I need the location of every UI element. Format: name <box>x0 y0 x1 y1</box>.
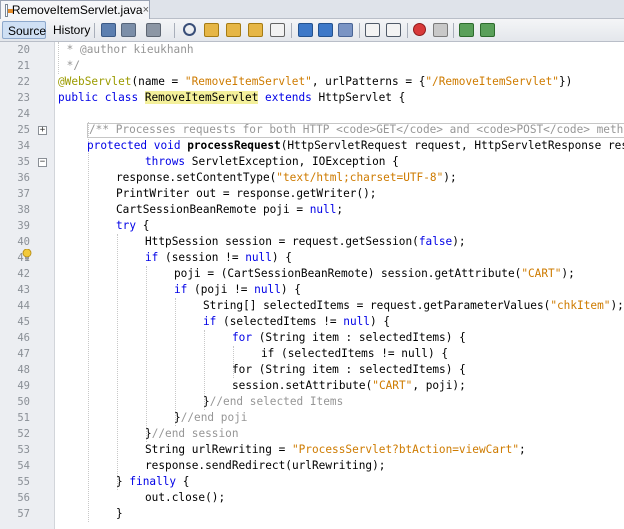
line-number: 37 <box>17 188 30 200</box>
line-number: 23 <box>17 92 30 104</box>
code-line-36: response.setContentType("text/html;chars… <box>116 171 457 184</box>
line-number: 47 <box>17 348 30 360</box>
code-line-50: }//end selected Items <box>203 395 344 408</box>
stop-macro-icon[interactable] <box>433 23 448 37</box>
toggle-bookmark-icon[interactable] <box>338 23 353 37</box>
find-selection-icon[interactable] <box>248 23 263 37</box>
line-number: 45 <box>17 316 30 328</box>
start-macro-icon[interactable] <box>413 23 426 36</box>
prev-bookmark-icon[interactable] <box>298 23 313 37</box>
line-number: 46 <box>17 332 30 344</box>
code-line-38: CartSessionBeanRemote poji = null; <box>116 203 344 216</box>
code-line-37: PrintWriter out = response.getWriter(); <box>116 187 377 200</box>
code-line-40: HttpSession session = request.getSession… <box>145 235 466 248</box>
code-line-42: poji = (CartSessionBeanRemote) session.g… <box>174 267 575 280</box>
line-number: 22 <box>17 76 30 88</box>
line-number: 42 <box>17 268 30 280</box>
hint-bulb-icon[interactable] <box>22 249 32 260</box>
line-number: 52 <box>17 428 30 440</box>
source-tab-button[interactable]: Source <box>2 21 46 39</box>
line-number: 49 <box>17 380 30 392</box>
code-line-45: if (selectedItems != null) { <box>203 315 391 328</box>
code-line-41: if (session != null) { <box>145 251 292 264</box>
line-number: 50 <box>17 396 30 408</box>
code-line-46: for (String item : selectedItems) { <box>232 331 466 344</box>
code-line-54: response.sendRedirect(urlRewriting); <box>145 459 386 472</box>
forward-icon[interactable] <box>146 23 161 37</box>
indent-guide <box>117 234 118 490</box>
toolbar-separator <box>359 23 360 38</box>
toolbar-separator <box>174 23 175 38</box>
find-next-icon[interactable] <box>226 23 241 37</box>
editor-tab-bar: RemoveItemServlet.java × <box>0 0 624 19</box>
line-number: 56 <box>17 492 30 504</box>
uncomment-icon[interactable] <box>480 23 495 37</box>
file-tab-label: RemoveItemServlet.java <box>11 3 143 17</box>
close-tab-icon[interactable]: × <box>143 4 149 16</box>
code-line-47: if (selectedItems != null) { <box>261 347 449 360</box>
file-tab[interactable]: RemoveItemServlet.java × <box>0 0 150 19</box>
code-line-43: if (poji != null) { <box>174 283 301 296</box>
line-number: 55 <box>17 476 30 488</box>
line-number: 51 <box>17 412 30 424</box>
line-number: 43 <box>17 284 30 296</box>
line-number: 54 <box>17 460 30 472</box>
line-number: 35 <box>17 156 30 168</box>
code-line-51: }//end poji <box>174 411 248 424</box>
line-number: 36 <box>17 172 30 184</box>
code-line-39: try { <box>116 219 150 232</box>
code-line-34: protected void processRequest(HttpServle… <box>87 139 624 152</box>
find-icon[interactable] <box>183 23 196 36</box>
indent-guide <box>58 42 59 74</box>
toolbar-separator <box>407 23 408 38</box>
java-file-icon <box>5 3 13 17</box>
code-line-23: public class RemoveItemServlet extends H… <box>58 91 406 104</box>
shift-left-icon[interactable] <box>365 23 380 37</box>
code-line-53: String urlRewriting = "ProcessServlet?bt… <box>145 443 526 456</box>
line-number: 20 <box>17 44 30 56</box>
line-number: 40 <box>17 236 30 248</box>
toggle-highlight-icon[interactable] <box>270 23 285 37</box>
comment-icon[interactable] <box>459 23 474 37</box>
line-number: 21 <box>17 60 30 72</box>
code-line-25: /** Processes requests for both HTTP <co… <box>89 123 624 136</box>
toolbar-separator <box>291 23 292 38</box>
line-number: 44 <box>17 300 30 312</box>
code-line-35: throws ServletException, IOException { <box>145 155 399 168</box>
indent-guide <box>175 298 176 426</box>
editor-toolbar: Source History <box>0 19 624 42</box>
line-number: 39 <box>17 220 30 232</box>
indent-guide <box>88 122 89 522</box>
shift-right-icon[interactable] <box>386 23 401 37</box>
find-prev-icon[interactable] <box>204 23 219 37</box>
line-number: 53 <box>17 444 30 456</box>
code-line-22: @WebServlet(name = "RemoveItemServlet", … <box>58 75 573 88</box>
code-line-48: for (String item : selectedItems) { <box>232 363 466 376</box>
code-line-20: * @author kieukhanh <box>60 43 194 56</box>
expand-fold-icon[interactable]: + <box>38 126 47 135</box>
line-number: 48 <box>17 364 30 376</box>
collapse-fold-icon[interactable]: − <box>38 158 47 167</box>
revert-icon[interactable] <box>121 23 136 37</box>
code-line-52: }//end session <box>145 427 239 440</box>
code-line-56: out.close(); <box>145 491 226 504</box>
line-number: 24 <box>17 108 30 120</box>
toolbar-separator <box>94 23 95 38</box>
line-number: 38 <box>17 204 30 216</box>
line-number: 34 <box>17 140 30 152</box>
line-number-gutter: 20 21 22 23 24 25 34 35 36 37 38 39 40 4… <box>0 42 55 529</box>
line-number: 25 <box>17 124 30 136</box>
code-line-57: } <box>116 507 123 520</box>
code-line-44: String[] selectedItems = request.getPara… <box>203 299 624 312</box>
code-line-49: session.setAttribute("CART", poji); <box>232 379 466 392</box>
code-line-21: */ <box>60 59 81 72</box>
history-tab-button[interactable]: History <box>48 21 92 39</box>
line-number: 57 <box>17 508 30 520</box>
save-icon[interactable] <box>101 23 116 37</box>
indent-guide <box>146 266 147 442</box>
toolbar-separator <box>453 23 454 38</box>
next-bookmark-icon[interactable] <box>318 23 333 37</box>
code-line-55: } finally { <box>116 475 190 488</box>
code-editor[interactable]: * @author kieukhanh */ @WebServlet(name … <box>56 42 624 529</box>
